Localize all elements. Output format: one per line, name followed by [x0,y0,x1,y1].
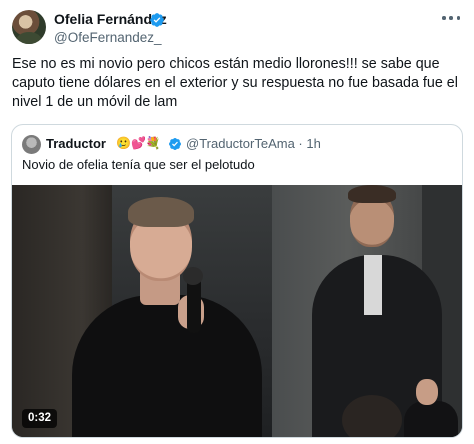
video-microphone [187,277,201,333]
video-sign-interpreter-body [404,401,458,437]
video-person-background-hair [348,185,396,203]
video-player[interactable]: 0:32 [12,185,462,437]
tweet-text: Ese no es mi novio pero chicos están med… [12,56,458,110]
video-duration-badge: 0:32 [22,409,58,428]
video-person-shirt [364,255,382,315]
quote-text: Novio de ofelia tenía que ser el pelotud… [22,157,255,172]
video-foreground-head [342,395,402,437]
avatar[interactable] [12,10,46,44]
quote-avatar [22,135,41,154]
video-microphone-head [183,267,203,285]
quote-author-name: Traductor [46,136,106,151]
quote-handle-time: @TraductorTeAma · 1h [186,136,321,151]
quoted-tweet[interactable]: Traductor 🥲💕💐 @TraductorTeAma · 1h Novio… [11,124,463,438]
verified-badge-icon [150,13,164,27]
more-options-icon[interactable] [442,14,460,22]
video-speaker-body [72,295,262,437]
author-handle[interactable]: @OfeFernandez_ [54,29,162,46]
quote-author-emojis: 🥲💕💐 [116,136,161,150]
quote-verified-badge-icon [169,138,181,150]
video-speaker-hair [128,197,194,227]
video-sign-interpreter-head [416,379,438,405]
